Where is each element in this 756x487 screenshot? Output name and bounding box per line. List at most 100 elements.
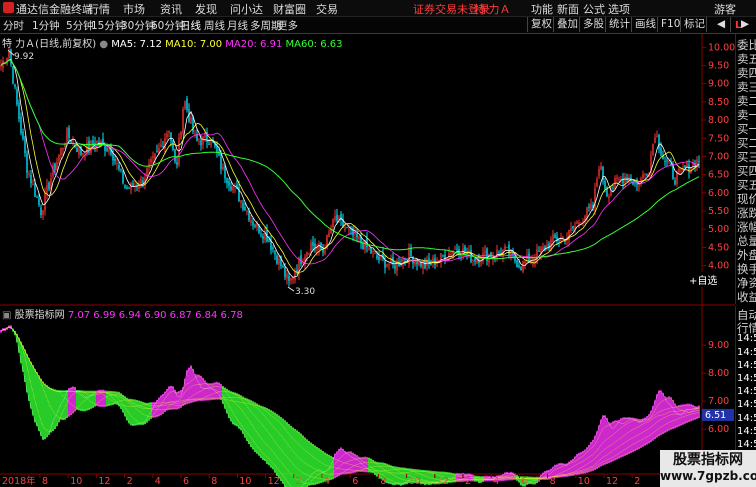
period-monthly[interactable]: 月线 — [227, 18, 248, 33]
candle-body — [696, 159, 698, 166]
candle-body — [78, 146, 80, 155]
btn-fuquan[interactable]: 复权 — [527, 17, 555, 32]
indicator-value: 6.78 — [220, 310, 243, 321]
main-grid — [0, 34, 735, 475]
app-logo-icon — [3, 2, 14, 13]
candle-body — [456, 248, 458, 250]
btn-tongji[interactable]: 统计 — [605, 17, 633, 32]
indicator-icon: ▣ — [2, 310, 12, 321]
candle-body — [220, 153, 222, 169]
candle-body — [542, 246, 544, 251]
candle-body — [522, 261, 524, 272]
ma60-line — [0, 59, 700, 260]
indicator-value: 6.90 — [144, 310, 170, 321]
candle-body — [166, 133, 168, 137]
period-weekly[interactable]: 周线 — [204, 18, 225, 33]
candle-body — [42, 210, 44, 215]
x-year-label: 2018年 — [2, 475, 36, 487]
menu-xinmian[interactable]: 新面 — [557, 1, 579, 17]
menu-faxian[interactable]: 发现 — [195, 1, 217, 17]
menu-gongneng[interactable]: 功能 — [531, 1, 553, 17]
candle-body — [658, 134, 660, 149]
candle-body — [24, 137, 26, 153]
guest-user[interactable]: 游客 — [714, 1, 736, 17]
stock-name-header: 特 力Ａ — [474, 3, 511, 16]
candle-body — [582, 221, 584, 222]
candle-body — [358, 236, 360, 239]
candle-body — [572, 225, 574, 229]
btn-biaoji[interactable]: 标记 — [680, 17, 708, 32]
candle-body — [32, 183, 34, 185]
watermark-line2: www.7gpzb.com — [660, 469, 756, 483]
candle-body — [656, 135, 658, 138]
candle-body — [604, 181, 606, 189]
btn-duogu[interactable]: 多股 — [579, 17, 607, 32]
period-daily[interactable]: 日线 — [180, 18, 201, 33]
y-tick-label: 8.00 — [708, 115, 729, 126]
candle-body — [348, 229, 350, 231]
candle-body — [300, 255, 302, 265]
quote-field-label: 收益 — [737, 290, 756, 304]
candle-body — [202, 136, 204, 145]
period-more[interactable]: 更多 — [277, 18, 298, 33]
menu-zixun[interactable]: 资讯 — [160, 1, 182, 17]
candle-body — [90, 140, 92, 153]
menu-gongshi[interactable]: 公式 — [583, 1, 605, 17]
x-tick-label: 12 — [98, 476, 110, 487]
candle-body — [20, 116, 22, 133]
period-1min[interactable]: 1分钟 — [32, 18, 60, 33]
candle-body — [240, 200, 242, 204]
menu-wenxiaoda[interactable]: 问小达 — [230, 1, 263, 17]
btn-diejia[interactable]: 叠加 — [553, 17, 581, 32]
candle-body — [118, 164, 120, 169]
kline-chart-area[interactable]: 9.92 3.30 10.00 9.50 9.00 8.50 8.00 7.50 7.00 6.… — [0, 34, 735, 487]
candle-body — [44, 192, 46, 211]
candle-body — [108, 148, 110, 152]
add-watchlist-button[interactable]: +自选 — [688, 272, 719, 287]
tick-time-label: 14:5 — [737, 399, 756, 411]
menu-hangqing[interactable]: 行情 — [88, 1, 110, 17]
candle-body — [66, 128, 68, 142]
candle-body — [138, 186, 140, 189]
high-label: 9.92 — [14, 52, 34, 62]
menu-shichang[interactable]: 市场 — [123, 1, 145, 17]
candle-body — [58, 154, 60, 161]
candle-body — [286, 273, 288, 279]
candle-body — [558, 240, 560, 242]
candle-body — [164, 138, 166, 149]
menu-caifuquan[interactable]: 财富圈 — [273, 1, 306, 17]
candle-body — [14, 84, 16, 88]
period-5min[interactable]: 5分钟 — [66, 18, 94, 33]
indicator-title: 股票指标网 — [14, 310, 65, 321]
candle-body — [250, 220, 252, 223]
indicator-values: 7.07 6.99 6.94 6.90 6.87 6.84 6.78 — [68, 310, 243, 321]
candle-body — [516, 260, 518, 268]
candle-body — [652, 143, 654, 156]
x-tick-label: 2 — [296, 476, 302, 487]
candle-body — [142, 180, 144, 184]
candle-body — [472, 259, 474, 261]
level-badge: L — [735, 20, 742, 31]
candle-body — [306, 252, 308, 257]
x-tick-label: 2 — [634, 476, 640, 487]
candle-body — [210, 142, 212, 146]
btn-huaxian[interactable]: 画线 — [631, 17, 659, 32]
candle-body — [208, 143, 210, 145]
x-tick-label: 8 — [42, 476, 48, 487]
x-tick-label: 10 — [409, 476, 421, 487]
candle-body — [666, 160, 668, 162]
candle-body — [262, 236, 264, 239]
candle-body — [518, 265, 520, 268]
candle-body — [608, 196, 610, 199]
candle-body — [384, 260, 386, 268]
candle-body — [416, 262, 418, 265]
candle-body — [114, 158, 116, 161]
y-tick-label: 7.50 — [708, 133, 729, 144]
candle-body — [132, 183, 134, 187]
period-fenshi[interactable]: 分时 — [3, 18, 24, 33]
candle-body — [274, 250, 276, 255]
menu-xuanxiang[interactable]: 选项 — [608, 1, 630, 17]
candle-body — [48, 182, 50, 190]
tick-time-label: 14:5 — [737, 333, 756, 345]
menu-jiaoyi[interactable]: 交易 — [316, 1, 338, 17]
